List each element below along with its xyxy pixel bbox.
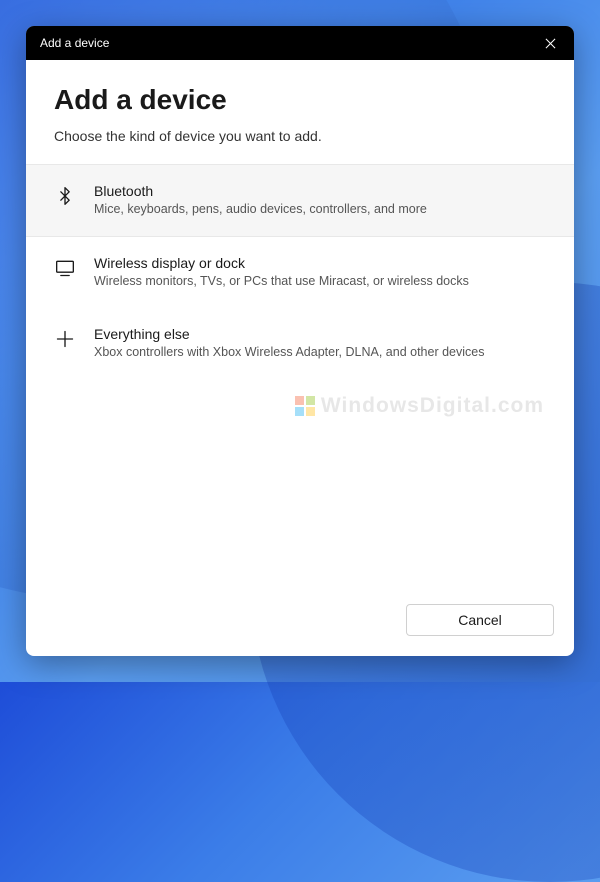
option-description: Mice, keyboards, pens, audio devices, co… — [94, 201, 546, 218]
option-text: Wireless display or dock Wireless monito… — [94, 255, 546, 290]
dialog-footer: Cancel — [26, 588, 574, 656]
watermark-logo-icon — [295, 396, 315, 416]
option-description: Xbox controllers with Xbox Wireless Adap… — [94, 344, 546, 361]
device-options-list: Bluetooth Mice, keyboards, pens, audio d… — [26, 164, 574, 379]
option-title: Bluetooth — [94, 183, 546, 199]
page-subtitle: Choose the kind of device you want to ad… — [54, 128, 546, 144]
watermark-text: WindowsDigital.com — [321, 394, 544, 418]
page-title: Add a device — [54, 84, 546, 116]
cancel-button[interactable]: Cancel — [406, 604, 554, 636]
titlebar: Add a device — [26, 26, 574, 60]
option-title: Everything else — [94, 326, 546, 342]
option-everything-else[interactable]: Everything else Xbox controllers with Xb… — [26, 308, 574, 379]
watermark: WindowsDigital.com — [295, 394, 544, 418]
add-device-dialog: Add a device Add a device Choose the kin… — [26, 26, 574, 656]
option-description: Wireless monitors, TVs, or PCs that use … — [94, 273, 546, 290]
plus-icon — [54, 328, 76, 350]
option-bluetooth[interactable]: Bluetooth Mice, keyboards, pens, audio d… — [26, 164, 574, 237]
option-title: Wireless display or dock — [94, 255, 546, 271]
dialog-content: Add a device Choose the kind of device y… — [26, 60, 574, 656]
header: Add a device Choose the kind of device y… — [26, 60, 574, 164]
titlebar-title: Add a device — [40, 36, 109, 50]
close-button[interactable] — [540, 33, 560, 53]
display-icon — [54, 257, 76, 279]
option-text: Bluetooth Mice, keyboards, pens, audio d… — [94, 183, 546, 218]
option-wireless-display[interactable]: Wireless display or dock Wireless monito… — [26, 237, 574, 308]
close-icon — [545, 38, 556, 49]
option-text: Everything else Xbox controllers with Xb… — [94, 326, 546, 361]
bluetooth-icon — [54, 185, 76, 207]
